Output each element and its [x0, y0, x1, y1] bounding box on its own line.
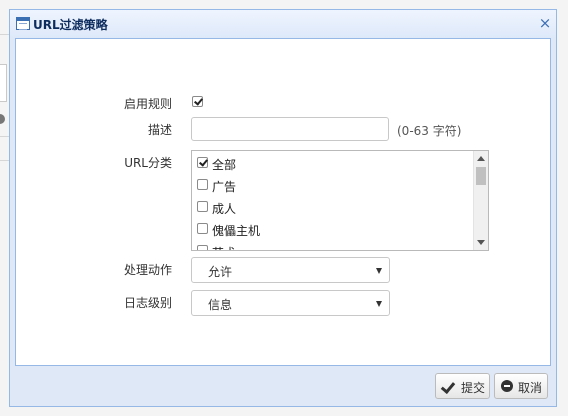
category-label: 全部: [212, 158, 237, 172]
url-category-listbox[interactable]: 全部 广告 成人 傀儡主机 艺术: [191, 150, 489, 251]
listbox-scrollbar[interactable]: [473, 151, 488, 250]
log-level-label: 日志级别: [123, 296, 172, 310]
scroll-thumb[interactable]: [476, 167, 486, 185]
submit-label: 提交: [461, 381, 486, 395]
dialog-footer: 提交 取消: [10, 366, 556, 406]
category-checkbox[interactable]: [197, 245, 208, 250]
chevron-down-icon: [376, 301, 382, 307]
cancel-label: 取消: [518, 381, 543, 395]
enable-rule-label: 启用规则: [123, 97, 172, 111]
category-label: 艺术: [212, 244, 236, 250]
category-label: 傀儡主机: [212, 224, 261, 238]
url-category-label: URL分类: [124, 156, 172, 170]
window-icon: [16, 17, 30, 30]
category-item-adult[interactable]: 成人: [197, 197, 467, 217]
close-icon[interactable]: ×: [537, 14, 553, 32]
category-item-ads[interactable]: 广告: [197, 175, 467, 195]
action-label: 处理动作: [123, 263, 172, 277]
submit-button[interactable]: 提交: [435, 373, 490, 399]
category-label: 成人: [212, 202, 237, 216]
category-label: 广告: [212, 180, 237, 194]
dialog-title: URL过滤策略: [33, 18, 108, 32]
category-checkbox[interactable]: [197, 201, 208, 212]
category-item-all[interactable]: 全部: [197, 153, 467, 173]
description-label: 描述: [147, 123, 172, 137]
category-checkbox[interactable]: [197, 157, 208, 168]
background-tab: [0, 64, 7, 102]
cancel-button[interactable]: 取消: [494, 373, 548, 399]
description-hint: (0-63 字符): [397, 124, 462, 138]
check-icon: [440, 378, 456, 395]
scroll-down-icon[interactable]: [477, 240, 485, 245]
category-checkbox[interactable]: [197, 223, 208, 234]
cancel-icon: [501, 380, 513, 392]
action-select[interactable]: 允许: [191, 257, 390, 283]
log-level-select[interactable]: 信息: [191, 290, 390, 316]
action-selected-value: 允许: [208, 265, 233, 279]
url-filter-dialog: URL过滤策略 × 启用规则 描述 (0-63 字符) URL分类 全部 广告 …: [9, 9, 557, 407]
chevron-down-icon: [376, 268, 382, 274]
dialog-titlebar[interactable]: URL过滤策略 ×: [10, 10, 556, 38]
enable-rule-checkbox[interactable]: [192, 96, 203, 107]
category-item-botnet[interactable]: 傀儡主机: [197, 219, 467, 239]
dialog-body: 启用规则 描述 (0-63 字符) URL分类 全部 广告 成人 傀儡主机 处理…: [15, 38, 551, 366]
description-input[interactable]: [191, 117, 389, 141]
log-level-selected-value: 信息: [208, 298, 233, 312]
scroll-up-icon[interactable]: [477, 156, 485, 161]
category-checkbox[interactable]: [197, 179, 208, 190]
category-item-art[interactable]: 艺术: [197, 241, 467, 250]
